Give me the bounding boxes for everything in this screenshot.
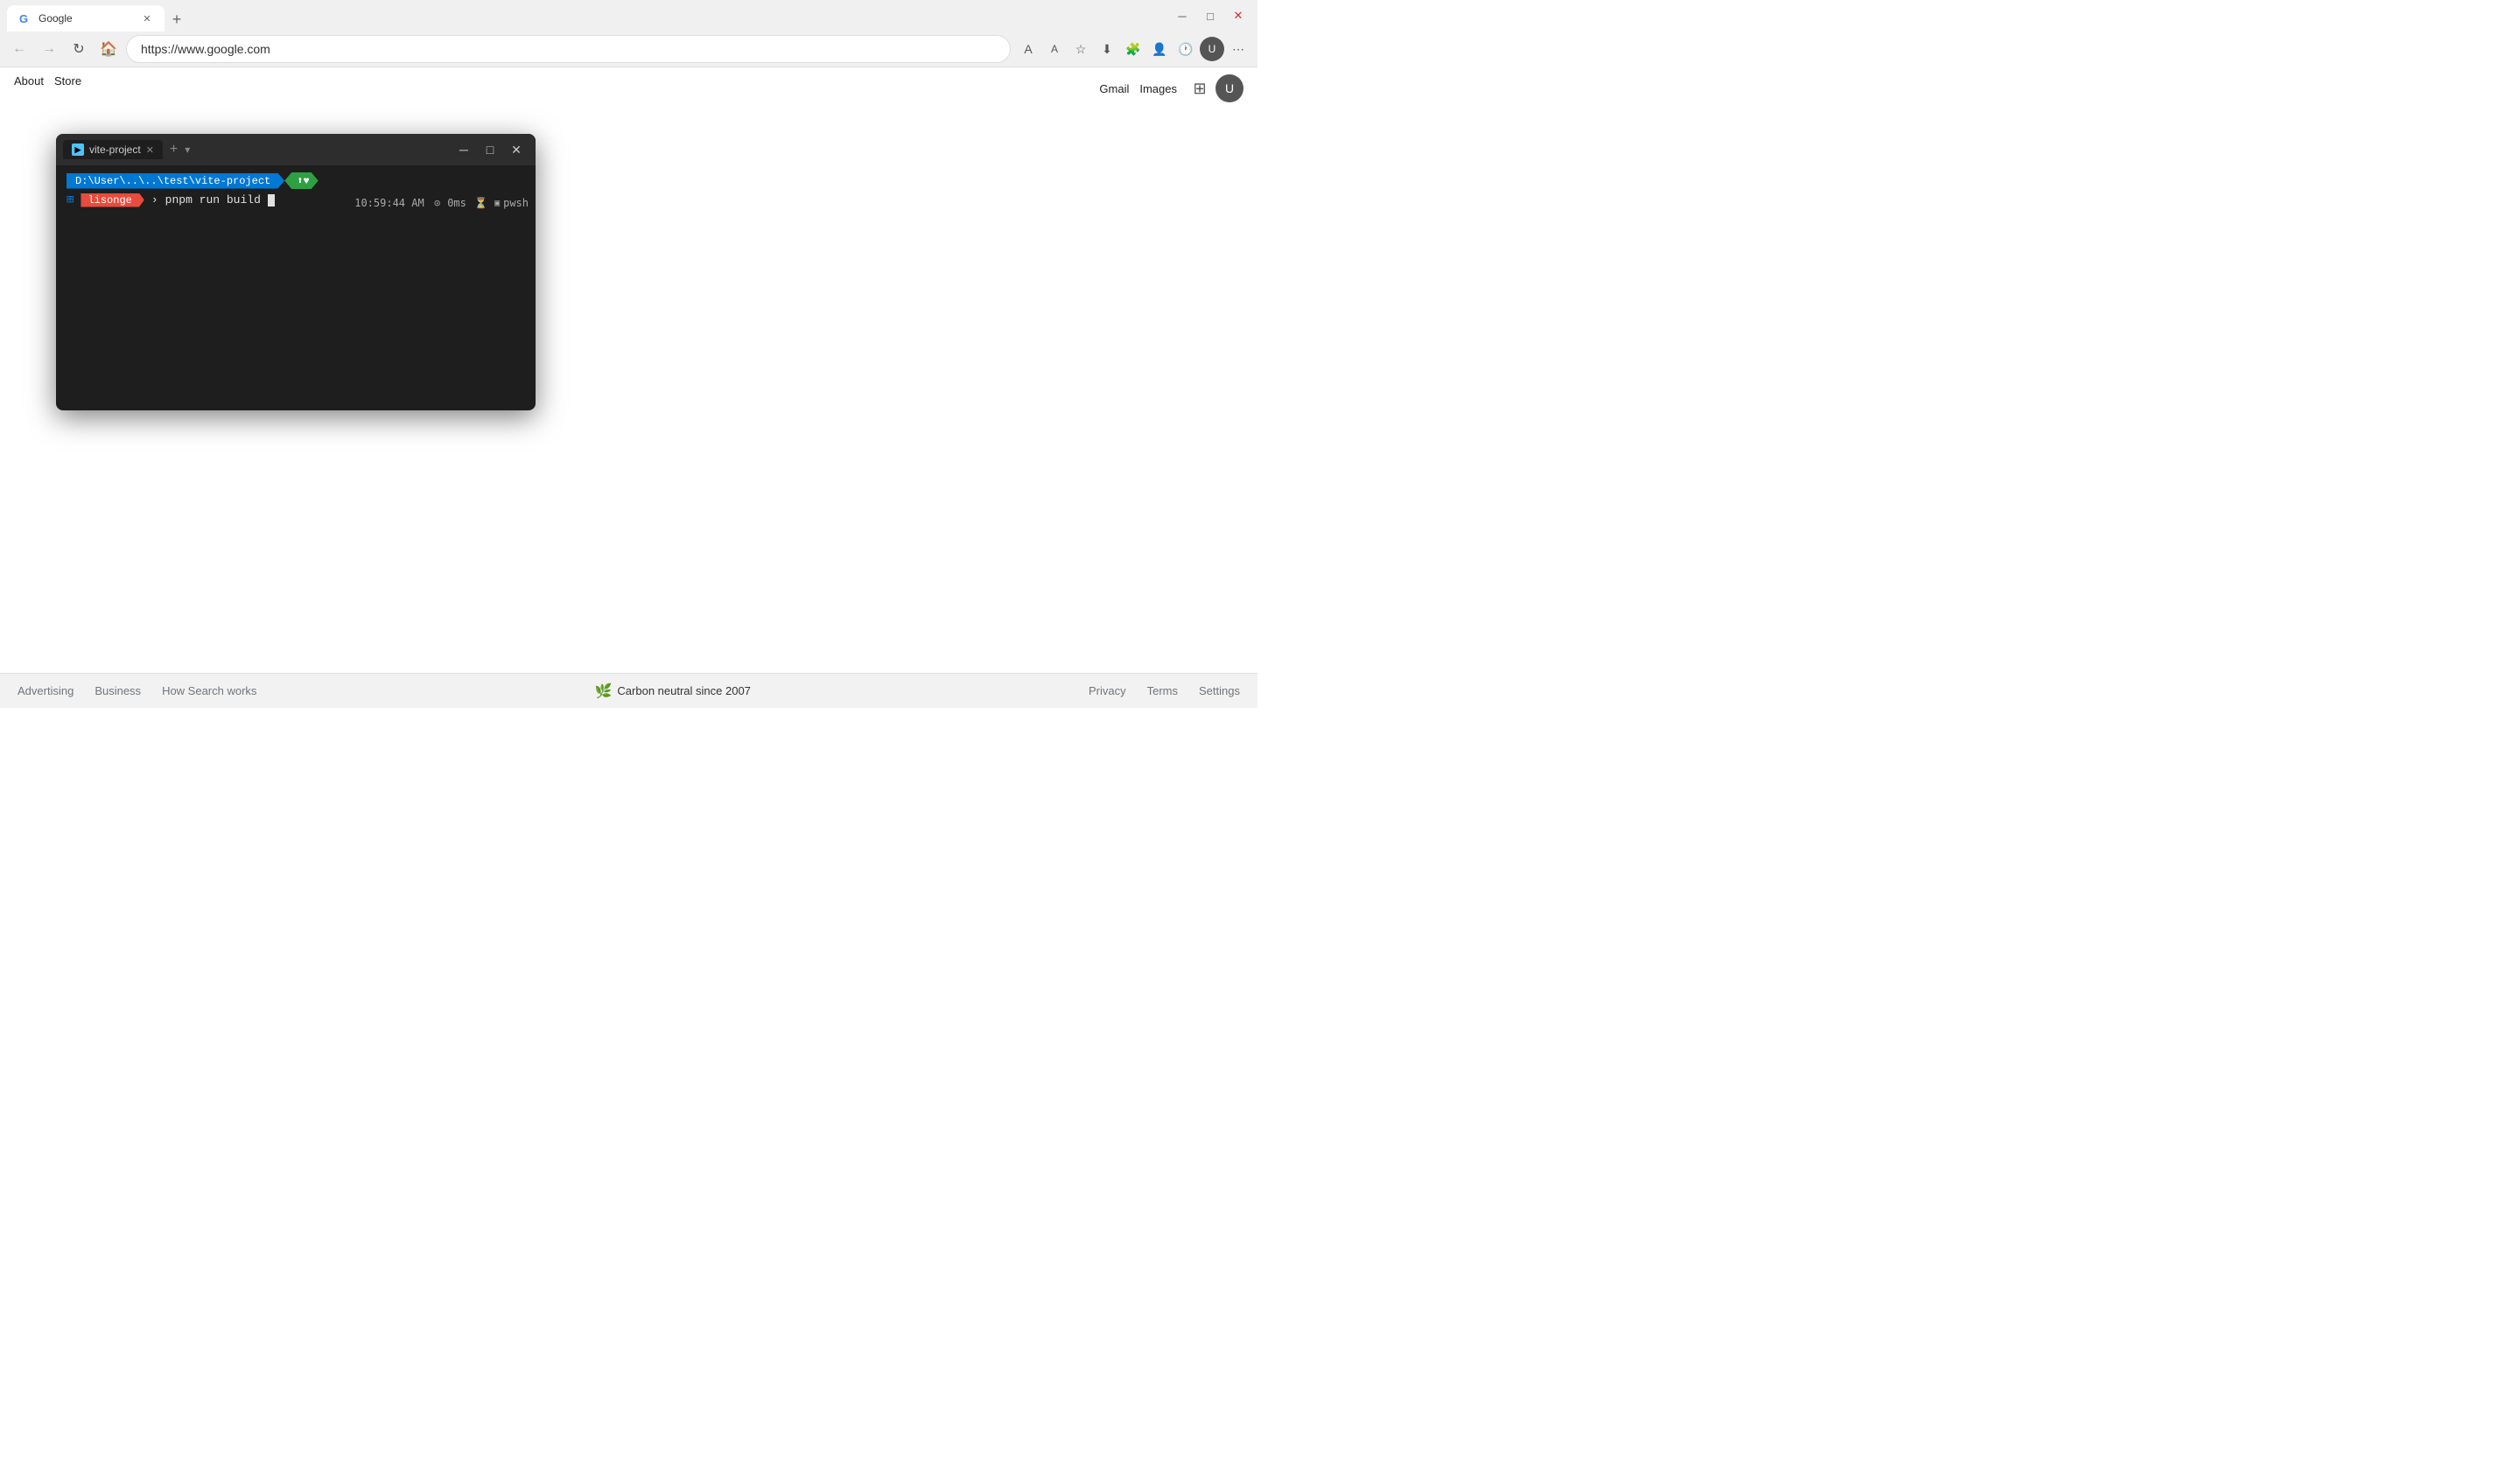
terminal-duration: 0ms ⏳ xyxy=(447,197,487,209)
footer-center: 🌿 Carbon neutral since 2007 xyxy=(595,682,751,700)
terminal-new-tab-button[interactable]: + xyxy=(166,142,181,158)
terms-link[interactable]: Terms xyxy=(1147,684,1178,697)
forward-button[interactable]: → xyxy=(37,37,61,61)
address-bar: ← → ↻ 🏠 https://www.google.com A A ☆ ⬇ 🧩… xyxy=(0,32,1258,66)
url-text: https://www.google.com xyxy=(141,42,270,56)
download-icon[interactable]: ⬇ xyxy=(1095,37,1119,61)
terminal-close-button[interactable]: ✕ xyxy=(504,137,529,162)
terminal-username: lisonge xyxy=(81,193,144,207)
winlogo-icon: ⊞ xyxy=(67,192,74,207)
terminal-command: pnpm run build xyxy=(165,193,261,206)
about-link[interactable]: About xyxy=(14,74,44,88)
browser-chrome: G Google ✕ + ─ □ ✕ ← → ↻ 🏠 https://www.g… xyxy=(0,0,1258,67)
terminal-prompt-arrow: › xyxy=(151,193,158,206)
user-account-icon[interactable]: U xyxy=(1215,74,1243,102)
browser-tab[interactable]: G Google ✕ xyxy=(7,5,165,32)
translate-icon[interactable]: A xyxy=(1016,37,1040,61)
store-link[interactable]: Store xyxy=(54,74,81,88)
minimize-button[interactable]: ─ xyxy=(1170,4,1194,28)
terminal-tab-dropdown[interactable]: ▾ xyxy=(185,144,190,156)
window-controls: ─ □ ✕ xyxy=(1170,4,1250,28)
svg-text:G: G xyxy=(19,12,28,25)
terminal-tab-icon: ▶ xyxy=(72,144,84,156)
advertising-link[interactable]: Advertising xyxy=(18,684,74,697)
how-search-works-link[interactable]: How Search works xyxy=(162,684,256,697)
settings-link[interactable]: Settings xyxy=(1199,684,1240,697)
terminal-cursor xyxy=(268,194,275,206)
menu-button[interactable]: ⋯ xyxy=(1226,37,1250,61)
terminal-tab-close[interactable]: ✕ xyxy=(146,144,154,156)
terminal-maximize-button[interactable]: □ xyxy=(478,137,502,162)
url-bar[interactable]: https://www.google.com xyxy=(126,35,1011,63)
tab-close-button[interactable]: ✕ xyxy=(140,11,154,25)
apps-icon[interactable]: ⊞ xyxy=(1187,76,1212,101)
google-footer: Advertising Business How Search works 🌿 … xyxy=(0,673,1258,708)
terminal-tab[interactable]: ▶ vite-project ✕ xyxy=(63,140,163,159)
privacy-link[interactable]: Privacy xyxy=(1089,684,1126,697)
home-button[interactable]: 🏠 xyxy=(96,37,121,61)
profile-icon[interactable]: 👤 xyxy=(1147,37,1172,61)
terminal-path: D:\User\..\..\test\vite-project xyxy=(67,173,284,189)
leaf-icon: 🌿 xyxy=(595,682,613,700)
gmail-link[interactable]: Gmail xyxy=(1099,82,1129,95)
google-left-nav: About Store xyxy=(14,74,81,88)
maximize-button[interactable]: □ xyxy=(1198,4,1222,28)
reload-button[interactable]: ↻ xyxy=(67,37,91,61)
terminal-shell-info: ▣ pwsh xyxy=(494,197,529,209)
close-button[interactable]: ✕ xyxy=(1226,4,1250,28)
terminal-prompt-row: D:\User\..\..\test\vite-project ⬆♥ xyxy=(67,172,525,189)
footer-right-links: Privacy Terms Settings xyxy=(1089,684,1240,697)
terminal-info-bar: 10:59:44 AM ⊙ 0ms ⏳ ▣ pwsh xyxy=(354,197,529,209)
tab-title: Google xyxy=(39,12,133,24)
terminal-git-info: ⬆♥ xyxy=(284,172,318,189)
terminal-minimize-button[interactable]: ─ xyxy=(452,137,476,162)
footer-left-links: Advertising Business How Search works xyxy=(18,684,256,697)
new-tab-button[interactable]: + xyxy=(165,7,189,32)
back-button[interactable]: ← xyxy=(7,37,32,61)
terminal-window-controls: ─ □ ✕ xyxy=(452,137,529,162)
account-avatar[interactable]: U xyxy=(1200,37,1224,61)
tab-favicon: G xyxy=(18,11,32,25)
toolbar-icons: A A ☆ ⬇ 🧩 👤 🕐 U ⋯ xyxy=(1016,37,1250,61)
google-page: About Store Gmail Images ⊞ U ▶ vite-proj… xyxy=(0,67,1258,708)
google-top-nav: Gmail Images ⊞ U xyxy=(0,67,1258,109)
history-icon[interactable]: 🕐 xyxy=(1173,37,1198,61)
business-link[interactable]: Business xyxy=(95,684,141,697)
reading-mode-icon[interactable]: A xyxy=(1042,37,1067,61)
google-nav-icons: ⊞ U xyxy=(1187,74,1243,102)
terminal-tab-title: vite-project xyxy=(89,144,141,156)
extensions-icon[interactable]: 🧩 xyxy=(1121,37,1145,61)
terminal-time: 10:59:44 AM ⊙ xyxy=(354,197,440,209)
terminal-titlebar: ▶ vite-project ✕ + ▾ ─ □ ✕ xyxy=(56,134,536,165)
tab-bar: G Google ✕ + xyxy=(7,0,1163,32)
images-link[interactable]: Images xyxy=(1139,82,1177,95)
title-bar: G Google ✕ + ─ □ ✕ xyxy=(0,0,1258,32)
favorites-icon[interactable]: ☆ xyxy=(1068,37,1093,61)
terminal-window: ▶ vite-project ✕ + ▾ ─ □ ✕ 10:59:44 AM ⊙ xyxy=(56,134,536,410)
carbon-neutral-text: Carbon neutral since 2007 xyxy=(617,684,751,697)
